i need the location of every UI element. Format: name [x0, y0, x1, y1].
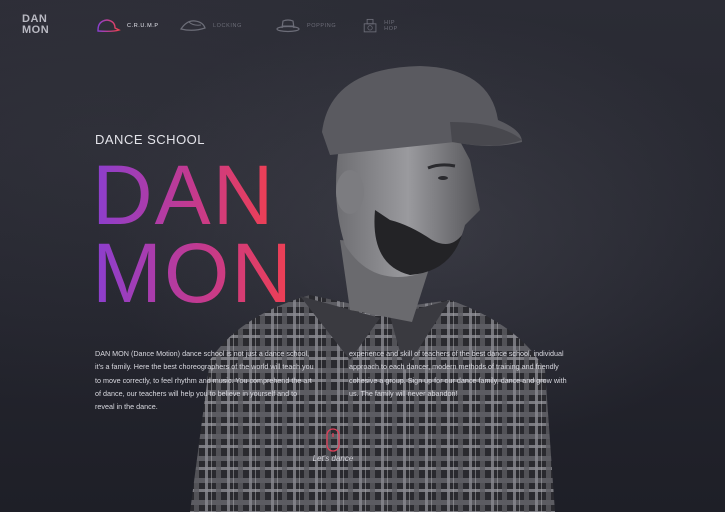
hero-subtitle: DANCE SCHOOL: [95, 132, 206, 147]
logo-line-2: MON: [22, 24, 50, 36]
hero-title-line-2: MON: [92, 226, 294, 320]
mouse-icon: [326, 428, 340, 452]
lets-dance-label: Let's dance: [312, 454, 354, 463]
hat-icon: [180, 20, 206, 31]
nav-item-label: LOCKING: [213, 23, 242, 29]
nav-item-label: HIP HOP: [384, 20, 398, 32]
lets-dance-button[interactable]: Let's dance: [306, 428, 360, 463]
nav-item-popping[interactable]: POPPING: [275, 14, 336, 38]
boombox-icon: [363, 18, 377, 33]
nav-item-label: POPPING: [307, 23, 337, 29]
logo[interactable]: DAN MON: [22, 14, 49, 36]
nav-item-locking[interactable]: LOCKING: [179, 14, 242, 38]
about-text-right: experience and skill of teachers of the …: [349, 349, 567, 398]
cap-icon: [97, 19, 121, 33]
hero-title-line-1: DAN: [92, 148, 276, 242]
about-text-left: DAN MON (Dance Motion) dance school is n…: [95, 349, 314, 411]
nav-item-crump[interactable]: C.R.U.M.P: [95, 14, 159, 38]
fedora-icon: [276, 19, 300, 33]
nav-item-label: C.R.U.M.P: [127, 23, 159, 29]
nav-item-hiphop[interactable]: HIP HOP: [362, 14, 404, 38]
